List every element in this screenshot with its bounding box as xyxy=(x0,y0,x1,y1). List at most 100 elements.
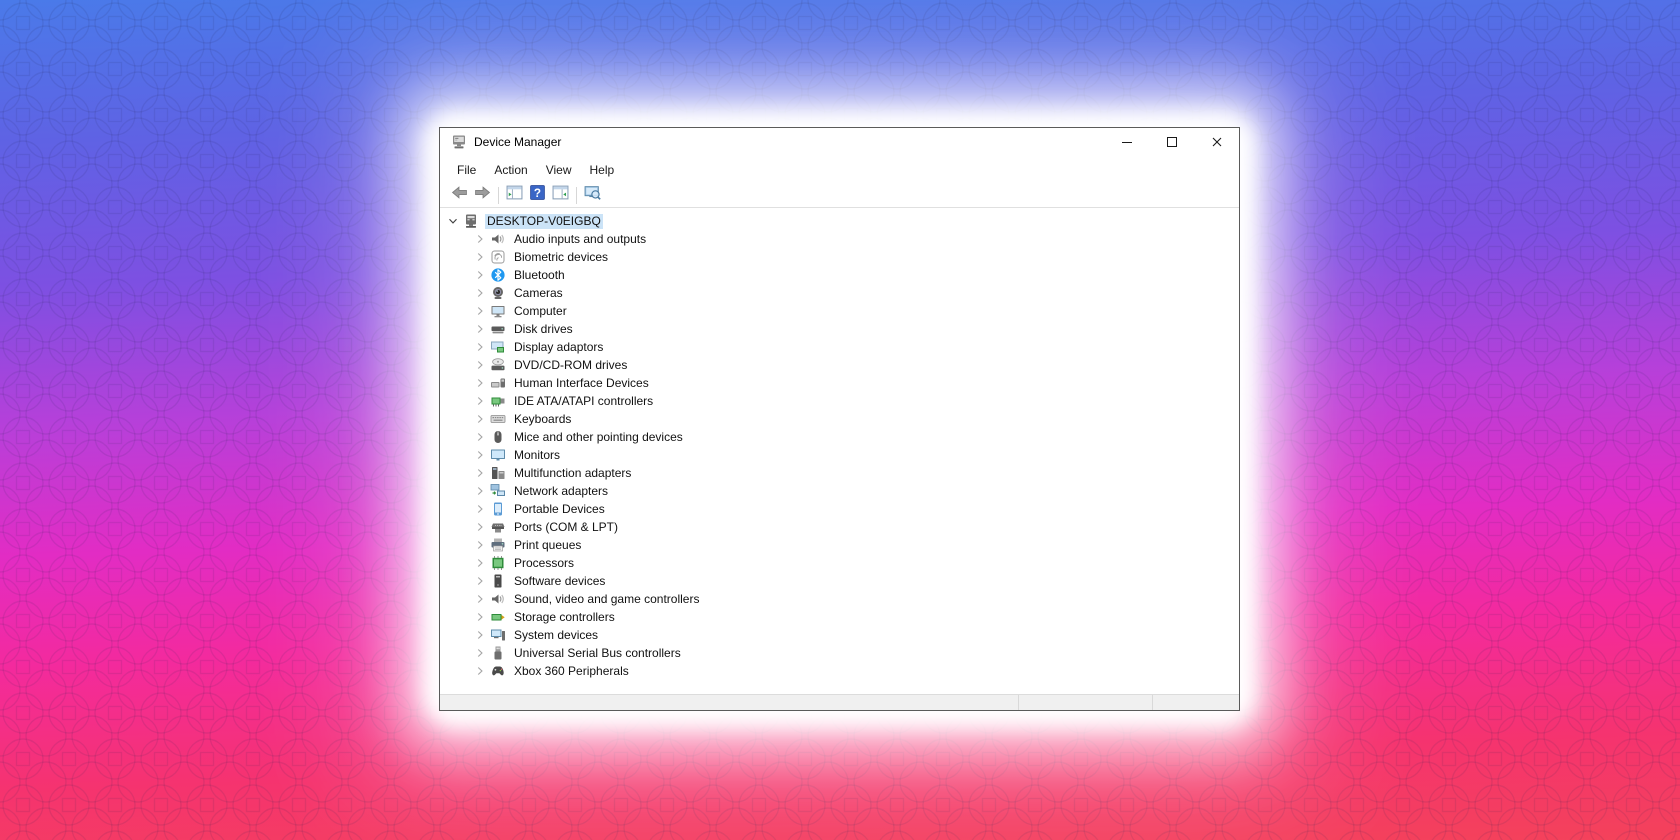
chevron-right-icon[interactable] xyxy=(473,592,487,606)
chevron-right-icon[interactable] xyxy=(473,646,487,660)
tree-item-cameras[interactable]: Cameras xyxy=(440,284,1239,302)
help-icon: ? xyxy=(529,184,546,206)
help-button[interactable]: ? xyxy=(526,184,549,206)
forward-button[interactable] xyxy=(471,184,494,206)
tree-item-monitors[interactable]: Monitors xyxy=(440,446,1239,464)
tree-item-dvd-cd-rom-drives[interactable]: DVD/CD-ROM drives xyxy=(440,356,1239,374)
tree-item-universal-serial-bus-controllers[interactable]: Universal Serial Bus controllers xyxy=(440,644,1239,662)
chevron-right-icon[interactable] xyxy=(473,430,487,444)
tree-item-system-devices[interactable]: System devices xyxy=(440,626,1239,644)
menu-help[interactable]: Help xyxy=(581,159,624,181)
toolbar-separator xyxy=(498,186,499,204)
svg-text:?: ? xyxy=(534,187,541,200)
tree-item-label[interactable]: Universal Serial Bus controllers xyxy=(512,646,683,661)
tree-item-label[interactable]: Sound, video and game controllers xyxy=(512,592,701,607)
tree-item-ports-com-lpt[interactable]: Ports (COM & LPT) xyxy=(440,518,1239,536)
tree-item-label[interactable]: Human Interface Devices xyxy=(512,376,651,391)
tree-item-xbox-360-peripherals[interactable]: Xbox 360 Peripherals xyxy=(440,662,1239,680)
tree-item-label[interactable]: Storage controllers xyxy=(512,610,617,625)
tree-item-audio-inputs-and-outputs[interactable]: Audio inputs and outputs xyxy=(440,230,1239,248)
scan-computer-icon xyxy=(584,184,601,206)
chevron-right-icon[interactable] xyxy=(473,664,487,678)
chevron-right-icon[interactable] xyxy=(473,250,487,264)
tree-root-label[interactable]: DESKTOP-V0EIGBQ xyxy=(485,213,603,229)
tree-item-bluetooth[interactable]: Bluetooth xyxy=(440,266,1239,284)
tree-item-label[interactable]: Keyboards xyxy=(512,412,573,427)
chevron-down-icon[interactable] xyxy=(446,214,460,228)
tree-item-mice-and-other-pointing-devices[interactable]: Mice and other pointing devices xyxy=(440,428,1239,446)
show-console-tree-button[interactable] xyxy=(503,184,526,206)
tree-item-label[interactable]: Processors xyxy=(512,556,576,571)
tree-item-label[interactable]: Biometric devices xyxy=(512,250,610,265)
chevron-right-icon[interactable] xyxy=(473,466,487,480)
chevron-right-icon[interactable] xyxy=(473,268,487,282)
tree-item-network-adapters[interactable]: Network adapters xyxy=(440,482,1239,500)
tree-item-label[interactable]: Multifunction adapters xyxy=(512,466,633,481)
tree-item-portable-devices[interactable]: Portable Devices xyxy=(440,500,1239,518)
tree-item-label[interactable]: Display adaptors xyxy=(512,340,605,355)
tree-item-label[interactable]: Print queues xyxy=(512,538,583,553)
chevron-right-icon[interactable] xyxy=(473,358,487,372)
tree-item-label[interactable]: System devices xyxy=(512,628,600,643)
chevron-right-icon[interactable] xyxy=(473,232,487,246)
chevron-right-icon[interactable] xyxy=(473,376,487,390)
tree-item-label[interactable]: Audio inputs and outputs xyxy=(512,232,648,247)
audio-icon xyxy=(490,231,506,247)
tree-item-label[interactable]: Mice and other pointing devices xyxy=(512,430,685,445)
tree-item-label[interactable]: Computer xyxy=(512,304,569,319)
chevron-right-icon[interactable] xyxy=(473,610,487,624)
chevron-right-icon[interactable] xyxy=(473,574,487,588)
minimize-button[interactable] xyxy=(1104,128,1149,156)
title-bar[interactable]: Device Manager xyxy=(440,128,1239,156)
show-action-pane-button[interactable] xyxy=(549,184,572,206)
maximize-button[interactable] xyxy=(1149,128,1194,156)
tree-item-sound-video-and-game-controllers[interactable]: Sound, video and game controllers xyxy=(440,590,1239,608)
tree-item-label[interactable]: DVD/CD-ROM drives xyxy=(512,358,629,373)
chevron-right-icon[interactable] xyxy=(473,520,487,534)
menu-action[interactable]: Action xyxy=(485,159,536,181)
chevron-right-icon[interactable] xyxy=(473,304,487,318)
menu-view[interactable]: View xyxy=(537,159,581,181)
chevron-right-icon[interactable] xyxy=(473,286,487,300)
tree-item-label[interactable]: Monitors xyxy=(512,448,562,463)
tree-item-label[interactable]: Network adapters xyxy=(512,484,610,499)
chevron-right-icon[interactable] xyxy=(473,556,487,570)
tree-item-print-queues[interactable]: Print queues xyxy=(440,536,1239,554)
chevron-right-icon[interactable] xyxy=(473,628,487,642)
tree-item-label[interactable]: Ports (COM & LPT) xyxy=(512,520,620,535)
chevron-right-icon[interactable] xyxy=(473,340,487,354)
chevron-right-icon[interactable] xyxy=(473,484,487,498)
scan-hardware-changes-button[interactable] xyxy=(581,184,604,206)
tree-item-storage-controllers[interactable]: Storage controllers xyxy=(440,608,1239,626)
chevron-right-icon[interactable] xyxy=(473,502,487,516)
menu-file[interactable]: File xyxy=(448,159,485,181)
tree-item-computer[interactable]: Computer xyxy=(440,302,1239,320)
tree-item-label[interactable]: IDE ATA/ATAPI controllers xyxy=(512,394,655,409)
tree-item-label[interactable]: Bluetooth xyxy=(512,268,567,283)
bluetooth-icon xyxy=(490,267,506,283)
chevron-right-icon[interactable] xyxy=(473,322,487,336)
tree-item-processors[interactable]: Processors xyxy=(440,554,1239,572)
tree-item-ide-ata-atapi-controllers[interactable]: IDE ATA/ATAPI controllers xyxy=(440,392,1239,410)
tree-item-software-devices[interactable]: Software devices xyxy=(440,572,1239,590)
tree-item-keyboards[interactable]: Keyboards xyxy=(440,410,1239,428)
close-button[interactable] xyxy=(1194,128,1239,156)
tree-item-disk-drives[interactable]: Disk drives xyxy=(440,320,1239,338)
tree-item-label[interactable]: Portable Devices xyxy=(512,502,607,517)
tree-item-label[interactable]: Disk drives xyxy=(512,322,575,337)
chevron-right-icon[interactable] xyxy=(473,394,487,408)
tree-item-human-interface-devices[interactable]: Human Interface Devices xyxy=(440,374,1239,392)
chevron-right-icon[interactable] xyxy=(473,538,487,552)
chevron-right-icon[interactable] xyxy=(473,412,487,426)
tree-item-label[interactable]: Software devices xyxy=(512,574,607,589)
chevron-right-icon[interactable] xyxy=(473,448,487,462)
tree-item-label[interactable]: Cameras xyxy=(512,286,565,301)
back-button[interactable] xyxy=(448,184,471,206)
toolbar-separator xyxy=(576,186,577,204)
tree-item-multifunction-adapters[interactable]: Multifunction adapters xyxy=(440,464,1239,482)
keyboard-icon xyxy=(490,411,506,427)
tree-item-display-adaptors[interactable]: Display adaptors xyxy=(440,338,1239,356)
tree-root-row[interactable]: DESKTOP-V0EIGBQ xyxy=(440,212,1239,230)
tree-item-biometric-devices[interactable]: Biometric devices xyxy=(440,248,1239,266)
tree-item-label[interactable]: Xbox 360 Peripherals xyxy=(512,664,631,679)
